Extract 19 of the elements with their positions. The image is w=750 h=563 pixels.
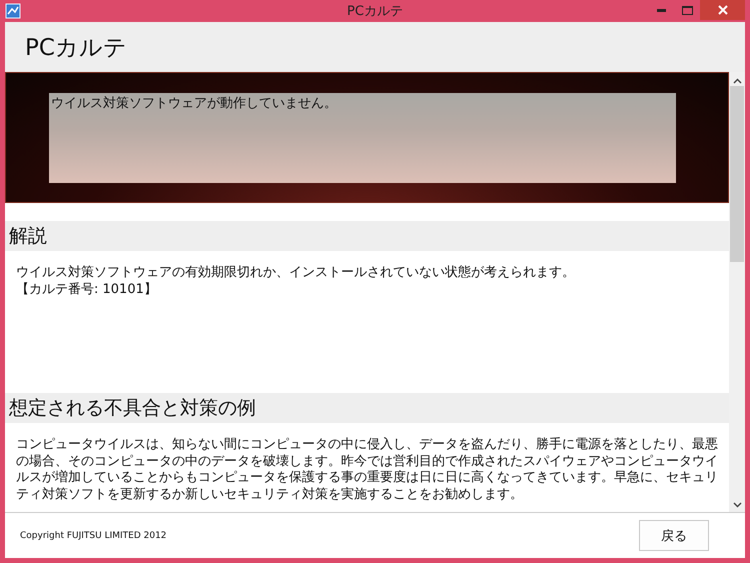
scroll-thumb[interactable] bbox=[730, 86, 744, 262]
section-heading: 想定される不具合と対策の例 bbox=[5, 393, 729, 423]
page-title: PCカルテ bbox=[25, 34, 127, 62]
minimize-icon bbox=[656, 8, 666, 12]
copyright-text: Copyright FUJITSU LIMITED 2012 bbox=[20, 530, 167, 540]
scroll-up-icon[interactable] bbox=[732, 78, 742, 84]
maximize-icon bbox=[682, 6, 692, 14]
app-icon bbox=[5, 3, 21, 19]
section-text: 【カルテ番号: 10101】 bbox=[16, 282, 158, 298]
close-button[interactable] bbox=[700, 0, 745, 20]
scroll-down-icon[interactable] bbox=[732, 502, 742, 508]
window-title: PCカルテ bbox=[346, 3, 404, 20]
back-button[interactable]: 戻る bbox=[639, 520, 709, 551]
section-heading: 解説 bbox=[5, 221, 729, 251]
alert-message: ウイルス対策ソフトウェアが動作していません。 bbox=[49, 93, 676, 183]
section-text: ウイルス対策ソフトウェアの有効期限切れか、インストールされていない状態が考えられます。 bbox=[16, 265, 576, 282]
scrollbar[interactable] bbox=[729, 72, 745, 512]
close-icon bbox=[718, 5, 728, 15]
section-text: コンピュータウイルスは、知らない間にコンピュータの中に侵入し、データを盗んだり、勝手に電源を落としたり、最悪の場合、そのコンピュータの中のデータを破壊します。昨今では営利目的で作成されたスパイウェアやコンピュータウイルスが増加していることからもコンピュータを保護する事の重要度は日に日に高くなってきています。早急に、セキュリティ対策ソフトを更新するか新しいセキュリティ対策を実施することをお勧めします。 bbox=[16, 437, 719, 503]
